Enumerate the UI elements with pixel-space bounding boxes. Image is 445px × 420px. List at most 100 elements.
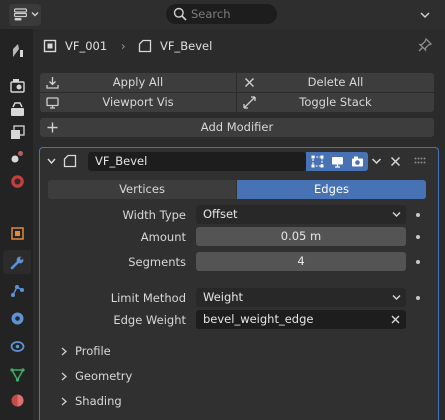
particles-icon [11, 285, 24, 297]
toggle-stack-button[interactable]: Toggle Stack [237, 93, 434, 112]
add-modifier-button[interactable]: Add Modifier [40, 118, 434, 137]
viewport-vis-label: Viewport Vis [102, 95, 174, 109]
chevron-down-icon[interactable] [371, 156, 382, 166]
object-icon [43, 39, 57, 53]
close-icon[interactable] [391, 315, 400, 324]
constraints-icon [10, 341, 25, 352]
pin-icon[interactable] [417, 37, 433, 53]
delete-all-label: Delete All [307, 75, 364, 89]
amount-field[interactable]: 0.05 m [196, 227, 406, 246]
keyframe-dot[interactable] [416, 235, 420, 239]
output-icon [11, 102, 24, 116]
world-icon [11, 175, 24, 188]
viewport-display-toggle[interactable] [327, 152, 347, 171]
physics-tab[interactable] [3, 306, 31, 330]
drag-handle-icon[interactable] [414, 157, 426, 165]
chevron-down-icon [392, 212, 401, 217]
keyframe-dot[interactable] [416, 213, 420, 217]
chevron-down-icon[interactable] [47, 157, 56, 165]
segments-field[interactable]: 4 [196, 252, 406, 271]
viewport-vis-button[interactable]: Viewport Vis [40, 93, 236, 112]
edit-mode-toggle[interactable] [307, 152, 327, 171]
edge-weight-value: bevel_weight_edge [203, 312, 314, 326]
apply-all-label: Apply All [112, 75, 164, 89]
close-icon [245, 78, 254, 87]
edit-mode-icon [311, 155, 324, 168]
width-type-dropdown[interactable]: Offset [196, 205, 406, 224]
data-tab[interactable] [3, 362, 31, 386]
edge-weight-field[interactable]: bevel_weight_edge [196, 310, 406, 329]
chevron-right-icon [61, 397, 67, 406]
properties-tab-strip [0, 29, 33, 420]
scene-tab[interactable] [3, 144, 31, 168]
monitor-icon [332, 157, 343, 168]
search-input[interactable]: Search [166, 4, 277, 24]
segments-label: Segments [128, 255, 186, 269]
breadcrumb: VF_001 › VF_Bevel [33, 29, 445, 63]
camera-icon [352, 156, 363, 167]
keyframe-dot[interactable] [416, 260, 420, 264]
modifier-visibility-toggles [306, 152, 368, 171]
bevel-modifier-icon [63, 154, 77, 168]
chevron-down-icon [420, 12, 430, 19]
width-type-value: Offset [203, 207, 238, 221]
tool-tab[interactable] [3, 38, 31, 62]
bevel-modifier-panel: VF_Bevel Vertices Edges Width Type Offse… [39, 147, 439, 420]
render-toggle[interactable] [347, 152, 367, 171]
header-options-button[interactable] [416, 6, 434, 24]
render-tab[interactable] [3, 73, 31, 97]
shading-label: Shading [75, 394, 122, 408]
modifiers-tab[interactable] [3, 250, 31, 274]
bevel-modifier-icon [138, 39, 152, 53]
constraints-tab[interactable] [3, 334, 31, 358]
properties-editor-icon [14, 8, 27, 21]
apply-icon [46, 77, 59, 89]
toggle-stack-label: Toggle Stack [299, 95, 372, 109]
particles-tab[interactable] [3, 278, 31, 302]
chevron-right-icon [61, 347, 67, 356]
chevron-right-icon [61, 372, 67, 381]
geometry-label: Geometry [75, 369, 133, 383]
scene-icon [11, 151, 23, 163]
keyframe-dot[interactable] [416, 296, 420, 300]
modifier-name-field[interactable]: VF_Bevel [88, 152, 306, 171]
breadcrumb-separator: › [121, 39, 126, 53]
tool-icon [13, 44, 23, 57]
edge-weight-label: Edge Weight [113, 313, 186, 327]
fullscreen-icon [243, 96, 256, 109]
object-tab[interactable] [3, 221, 31, 245]
breadcrumb-modifier: VF_Bevel [160, 39, 213, 53]
physics-icon [11, 312, 24, 325]
editor-type-button[interactable] [9, 4, 41, 26]
object-icon [11, 227, 24, 240]
shading-subpanel-header[interactable]: Shading [60, 393, 150, 411]
chevron-down-icon [31, 12, 39, 17]
wrench-icon [10, 256, 24, 270]
limit-method-dropdown[interactable]: Weight [196, 288, 406, 307]
output-tab[interactable] [3, 97, 31, 121]
close-icon[interactable] [390, 156, 401, 167]
geometry-subpanel-header[interactable]: Geometry [60, 368, 150, 386]
plus-icon [47, 122, 58, 133]
view-layer-tab[interactable] [3, 120, 31, 144]
delete-all-button[interactable]: Delete All [237, 73, 434, 92]
apply-all-button[interactable]: Apply All [40, 73, 236, 92]
view-layer-icon [11, 125, 25, 139]
affect-vertices-button[interactable]: Vertices [48, 180, 236, 199]
mesh-data-icon [10, 368, 25, 382]
search-placeholder: Search [191, 7, 231, 21]
limit-method-value: Weight [203, 290, 244, 304]
material-tab[interactable] [3, 388, 31, 412]
profile-subpanel-header[interactable]: Profile [60, 343, 140, 361]
modifier-header: VF_Bevel [40, 148, 438, 174]
render-icon [10, 79, 25, 93]
properties-main: VF_001 › VF_Bevel Apply All Delete All V… [33, 29, 445, 420]
profile-label: Profile [75, 344, 111, 358]
monitor-icon [46, 97, 59, 109]
add-modifier-label: Add Modifier [200, 120, 274, 134]
header-bar: Search [0, 0, 445, 29]
amount-label: Amount [140, 230, 186, 244]
world-tab[interactable] [3, 169, 31, 193]
affect-edges-button[interactable]: Edges [237, 180, 426, 199]
limit-method-label: Limit Method [110, 291, 186, 305]
